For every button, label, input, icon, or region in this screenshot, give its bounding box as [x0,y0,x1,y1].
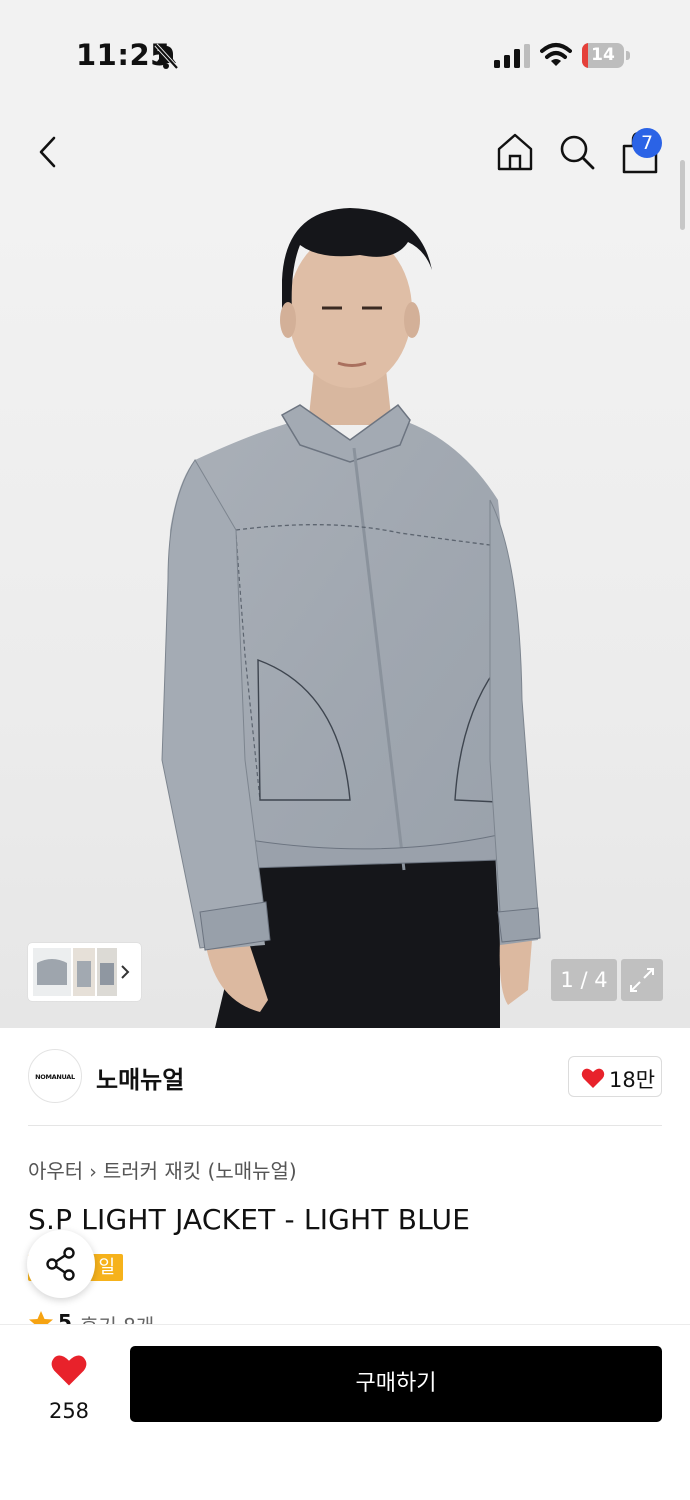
bottom-action-bar: 258 구매하기 [0,1324,690,1500]
heart-icon [581,1068,605,1088]
buy-button[interactable]: 구매하기 [130,1346,662,1422]
status-bar: 11:25 14 [0,0,690,110]
brand-like-count: 18만 [609,1068,656,1092]
brand-logo-text: NOMANUAL [35,1073,75,1081]
like-button[interactable]: 258 [30,1349,108,1429]
search-icon[interactable] [556,130,598,174]
breadcrumb-item[interactable]: 아우터 [28,1159,83,1183]
product-image[interactable]: 1 / 4 [0,200,690,1028]
signal-icon [494,44,530,68]
heart-icon [51,1355,87,1386]
image-counter: 1 / 4 [551,959,617,1001]
cart-count-badge: 7 [632,128,662,158]
like-count: 258 [48,1399,90,1423]
scroll-indicator [680,160,685,230]
wifi-icon [540,43,572,66]
battery-level: 14 [591,45,615,65]
brand-logo[interactable]: NOMANUAL [28,1049,82,1103]
back-arrow-icon[interactable] [30,130,70,174]
thumbnail-strip[interactable] [28,943,141,1001]
breadcrumb: 아우터 › 트러커 재킷 (노매뉴얼) [28,1155,297,1184]
top-nav [0,110,690,200]
breadcrumb-item[interactable]: 트러커 재킷 (노매뉴얼) [103,1159,297,1183]
battery-indicator: 14 [582,43,630,68]
home-icon[interactable] [494,130,536,174]
product-title: S.P LIGHT JACKET - LIGHT BLUE [28,1203,471,1236]
thumbnail-images [33,948,130,996]
chevron-right-icon: › [89,1161,97,1183]
brand-name[interactable]: 노매뉴얼 [96,1060,184,1095]
model-jacket-illustration [161,208,541,1028]
bell-slash-icon [154,43,179,70]
expand-icon[interactable] [621,959,663,1001]
share-icon [46,1247,75,1281]
share-button[interactable] [27,1230,95,1298]
brand-like-button[interactable]: 18만 [568,1056,662,1097]
divider [28,1125,662,1126]
